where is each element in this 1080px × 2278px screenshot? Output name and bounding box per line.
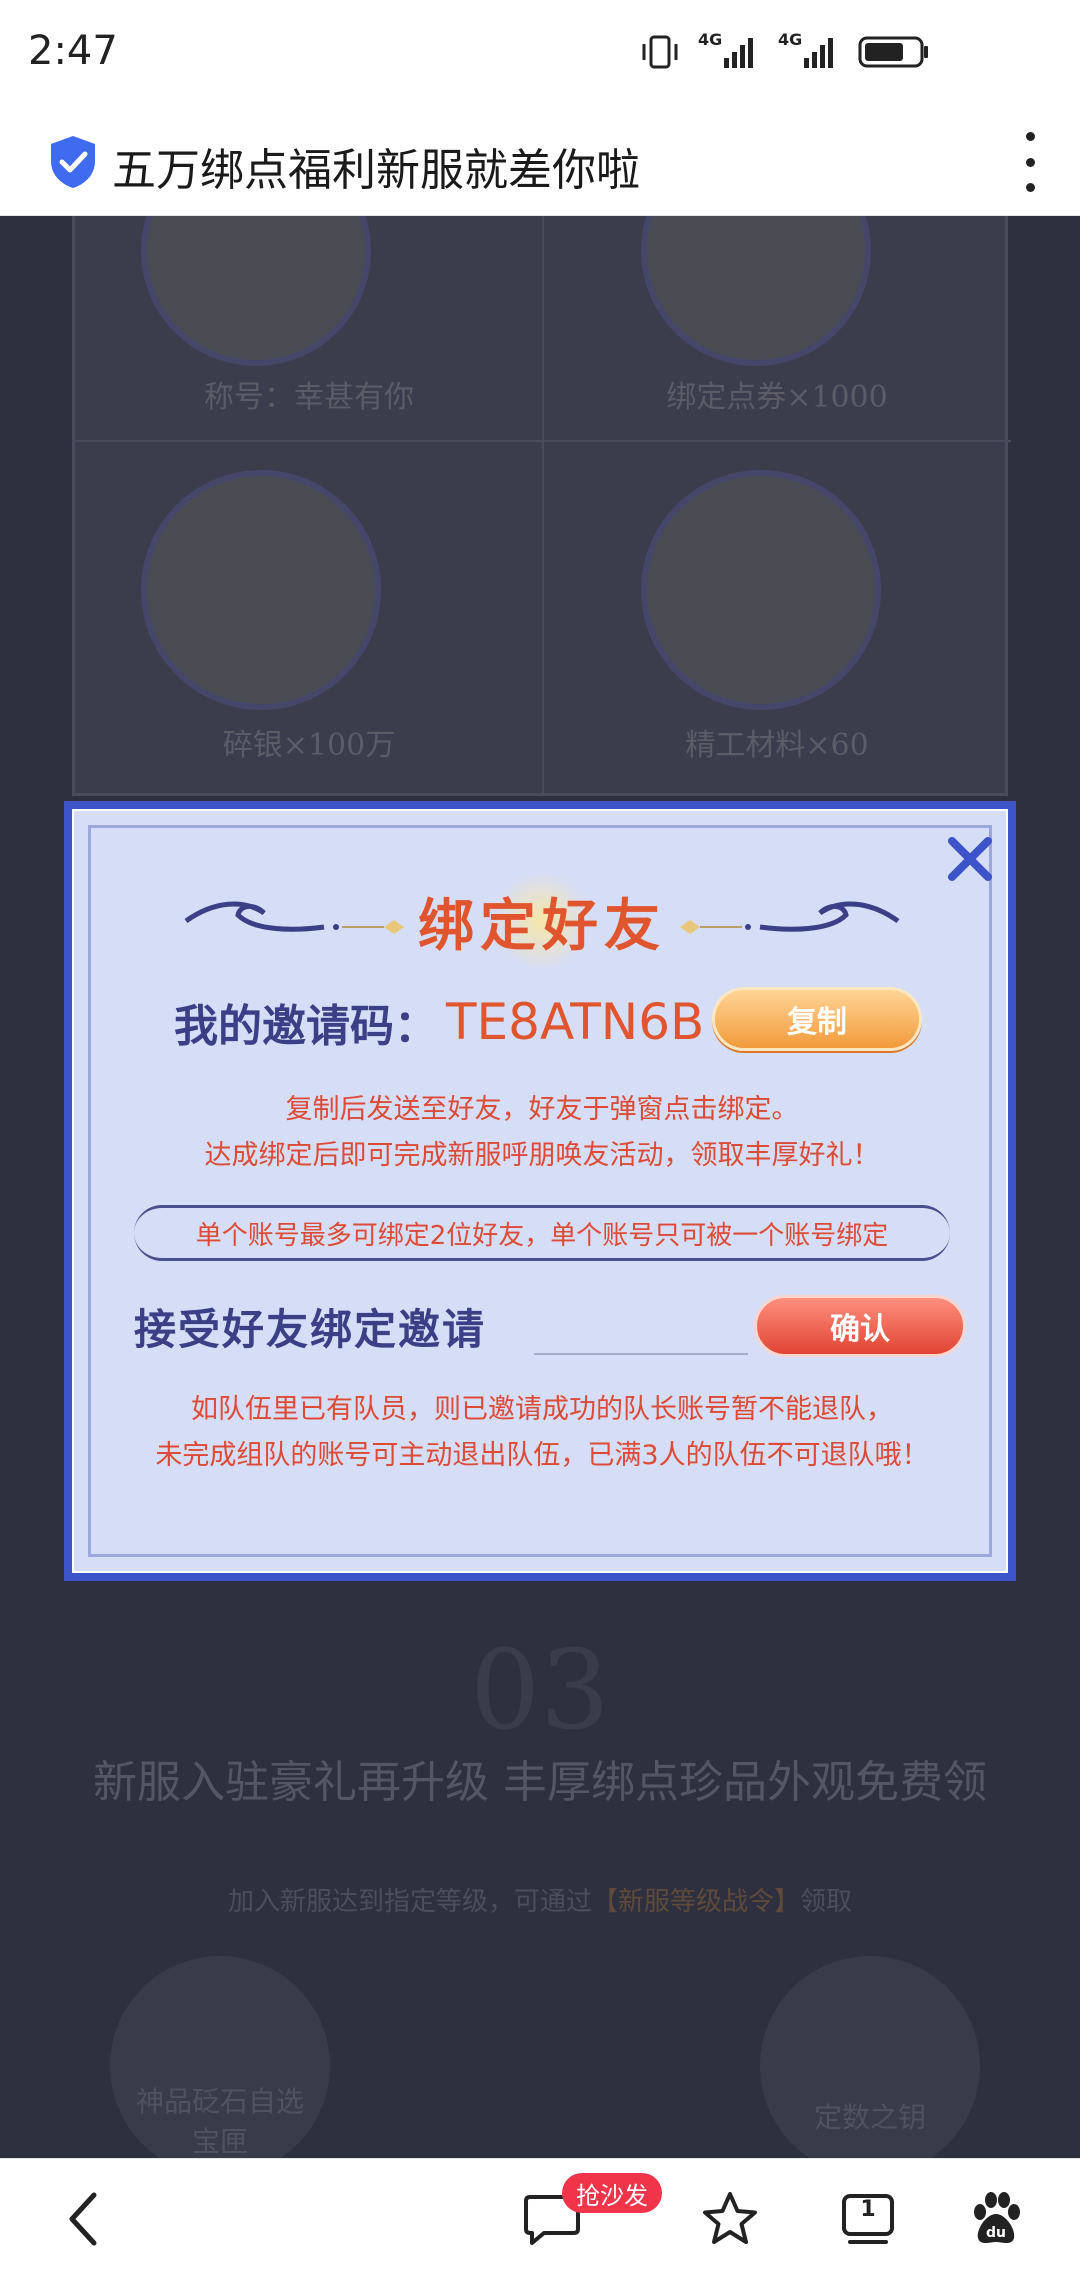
reward-card-label: 神品砭石自选 宝匣 bbox=[135, 2085, 304, 2158]
status-bar: 2:47 4G 4G bbox=[0, 0, 1080, 108]
reward-image bbox=[641, 470, 881, 710]
reward-label: 称号：幸甚有你 bbox=[204, 380, 414, 415]
copy-button[interactable]: 复制 bbox=[712, 987, 922, 1051]
reward-image bbox=[141, 216, 371, 366]
vibrate-icon bbox=[640, 34, 680, 70]
browser-title-bar: 五万绑点福利新服就差你啦 bbox=[0, 108, 1080, 216]
status-time: 2:47 bbox=[28, 28, 118, 74]
cloud-ornament-right-icon bbox=[680, 901, 900, 934]
invite-label: 我的邀请码： bbox=[174, 1001, 438, 1052]
modal-panel: 绑定好友 我的邀请码： TE8ATN6B 复制 复制后发送至好友，好友于弹窗点击… bbox=[72, 809, 1008, 1573]
bottom-nav: 抢沙发 1 du bbox=[0, 2158, 1080, 2278]
tab-count: 1 bbox=[860, 2197, 876, 2222]
more-vertical-icon[interactable] bbox=[1010, 132, 1050, 192]
signal-icon: 4G bbox=[698, 30, 760, 70]
bind-friend-modal: 绑定好友 我的邀请码： TE8ATN6B 复制 复制后发送至好友，好友于弹窗点击… bbox=[64, 801, 1016, 1581]
accept-row: 接受好友绑定邀请 bbox=[134, 1291, 486, 1361]
signal-icon: 4G bbox=[778, 30, 840, 70]
warning-text: 未完成组队的账号可主动退出队伍，已满3人的队伍不可退队哦！ bbox=[155, 1440, 929, 1471]
page-title: 五万绑点福利新服就差你啦 bbox=[112, 145, 640, 196]
reward-panel: 称号：幸甚有你 绑定点券×1000 碎银×100万 精工材料×60 bbox=[72, 216, 1011, 796]
reward-label: 绑定点券×1000 bbox=[666, 380, 888, 415]
section-headline: 新服入驻豪礼再升级 丰厚绑点珍品外观免费领 bbox=[93, 1757, 987, 1808]
reward-label: 精工材料×60 bbox=[685, 728, 869, 763]
shield-check-icon bbox=[48, 134, 98, 194]
battle-pass-link[interactable]: 【新服等级战令】 bbox=[592, 1887, 800, 1917]
invite-code: TE8ATN6B bbox=[446, 993, 705, 1051]
instruction-text: 复制后发送至好友，好友于弹窗点击绑定。 bbox=[285, 1094, 799, 1125]
network-type-label: 4G bbox=[778, 30, 803, 49]
instruction-text: 达成绑定后即可完成新服呼朋唤友活动，领取丰厚好礼！ bbox=[204, 1140, 880, 1171]
comment-badge: 抢沙发 bbox=[562, 2173, 662, 2213]
tabs-icon[interactable]: 1 bbox=[836, 2187, 900, 2251]
confirm-button[interactable]: 确认 bbox=[754, 1295, 966, 1357]
accept-label: 接受好友绑定邀请 bbox=[134, 1304, 487, 1354]
binding-limit-text: 单个账号最多可绑定2位好友，单个账号只可被一个账号绑定 bbox=[134, 1205, 950, 1261]
star-icon[interactable] bbox=[698, 2187, 762, 2251]
baidu-paw-icon[interactable]: du bbox=[964, 2187, 1028, 2251]
section-subtitle: 加入新服达到指定等级，可通过【新服等级战令】领取 bbox=[227, 1887, 853, 1917]
warning-text: 如队伍里已有队员，则已邀请成功的队长账号暂不能退队， bbox=[191, 1394, 893, 1425]
reward-label: 碎银×100万 bbox=[222, 728, 396, 763]
reward-image bbox=[641, 216, 871, 366]
section-number: 03 bbox=[470, 1626, 610, 1754]
status-icons: 4G 4G bbox=[640, 30, 930, 70]
invite-row: 我的邀请码： TE8ATN6B bbox=[174, 987, 704, 1057]
invite-code-input[interactable] bbox=[534, 1305, 748, 1355]
battery-icon bbox=[858, 34, 930, 70]
modal-title-wrap: 绑定好友 bbox=[74, 871, 1010, 971]
back-icon[interactable] bbox=[52, 2187, 116, 2251]
network-type-label: 4G bbox=[698, 30, 723, 49]
reward-image bbox=[141, 470, 381, 710]
svg-text:du: du bbox=[986, 2225, 1006, 2241]
reward-card-label: 定数之钥 bbox=[813, 2101, 926, 2134]
